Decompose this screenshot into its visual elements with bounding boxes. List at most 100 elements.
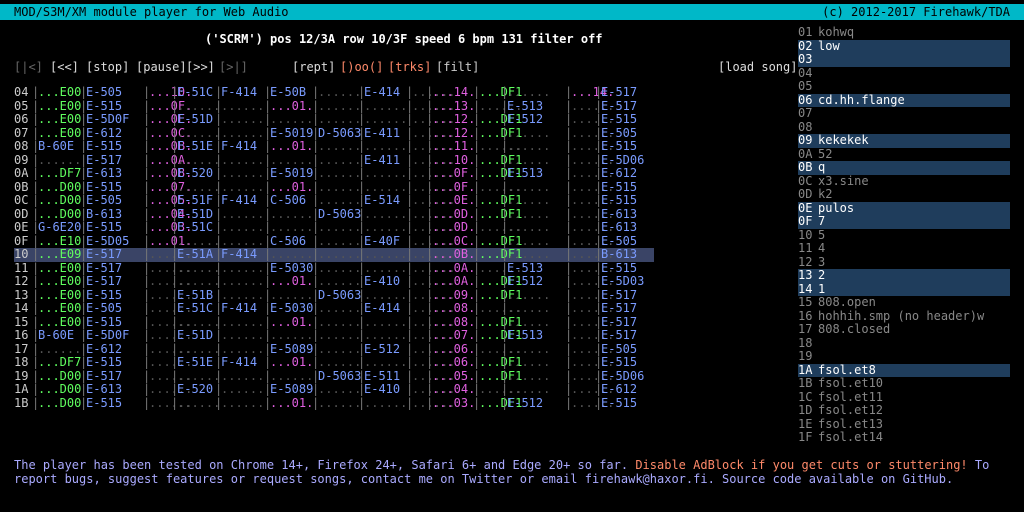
pattern-cell: ...... — [364, 98, 408, 113]
pattern-cell: E-515 — [86, 139, 123, 153]
channel-separator: | — [32, 193, 40, 207]
channel-separator: | — [215, 206, 223, 221]
row-number: 18 — [14, 355, 29, 369]
pattern-cell: E-515 — [601, 112, 638, 126]
bpm-value: 131 — [501, 32, 524, 46]
sample-number: 14 — [798, 281, 813, 296]
sample-item[interactable]: 01 kohwq — [798, 25, 1010, 40]
sample-item[interactable]: 1E fsol.et13 — [798, 417, 1010, 432]
pattern-cell: B-60E — [38, 328, 75, 342]
pattern-cell: ...01. — [270, 355, 314, 369]
load-song-button[interactable]: [load song] — [718, 60, 797, 75]
pattern-cell: E-520 — [177, 166, 214, 180]
pattern-cell: E-515 — [86, 179, 123, 194]
sample-item[interactable]: 0D k2 — [798, 187, 1010, 202]
sample-item[interactable]: 11 4 — [798, 241, 1010, 256]
sample-item[interactable]: 0E pulos — [798, 201, 1010, 215]
channel-separator: | — [312, 328, 320, 342]
channel-separator: | — [406, 395, 414, 410]
sample-item[interactable]: 07 — [798, 106, 1010, 121]
sample-item[interactable]: 04 — [798, 65, 1010, 81]
channel-separator: | — [264, 112, 272, 126]
sample-item[interactable]: 0C x3.sine — [798, 174, 1010, 189]
sample-item[interactable]: 09 kekekek — [798, 133, 1010, 148]
pattern-cell: ...0F. — [432, 166, 476, 180]
pattern-cell: E-512 — [507, 395, 544, 410]
channel-separator: | — [565, 301, 573, 315]
sample-item[interactable]: 08 — [798, 120, 1010, 135]
channel-separator: | — [171, 274, 179, 288]
sample-number: 04 — [798, 65, 813, 80]
stereo-separation-button[interactable]: [)oo(] — [340, 60, 383, 75]
sample-item[interactable]: 16 hohhih.smp (no header)w — [798, 309, 1010, 324]
pattern-cell: D-5063 — [318, 206, 362, 221]
sample-item[interactable]: 06 cd.hh.flange — [798, 93, 1010, 107]
sample-item[interactable]: 1F fsol.et14 — [798, 430, 1010, 445]
channel-separator: | — [473, 179, 481, 194]
channel-separator: | — [32, 328, 40, 342]
pause-button[interactable]: [pause] — [136, 60, 187, 75]
sample-name: k2 — [818, 187, 833, 201]
row-number: 05 — [14, 98, 29, 113]
sample-name: 3 — [818, 254, 826, 269]
pattern-cell: ...... — [318, 166, 362, 180]
channel-separator: | — [426, 395, 434, 410]
channel-separator: | — [406, 98, 414, 113]
channel-separator: | — [595, 125, 603, 140]
row-number: 08 — [14, 139, 29, 153]
channel-separator: | — [595, 355, 603, 369]
sample-item[interactable]: 1B fsol.et10 — [798, 376, 1010, 391]
pattern-cell: E-612 — [86, 125, 123, 140]
sample-item[interactable]: 12 3 — [798, 254, 1010, 270]
pattern-cell: ...E00 — [38, 314, 82, 329]
pattern-cell: ...... — [38, 152, 82, 167]
sample-item[interactable]: 02 low — [798, 39, 1010, 53]
sample-item[interactable]: 1D fsol.et12 — [798, 403, 1010, 418]
sample-item[interactable]: 0F 7 — [798, 214, 1010, 229]
sample-name: 7 — [818, 214, 826, 228]
pattern-cell: ...... — [507, 247, 551, 261]
stop-button[interactable]: [stop] — [86, 60, 129, 75]
sample-item[interactable]: 0B q — [798, 160, 1010, 175]
channel-separator: | — [171, 287, 179, 302]
channel-separator: | — [501, 85, 509, 99]
prev-song-button[interactable]: [|<] — [14, 60, 43, 75]
sample-item[interactable]: 0A 52 — [798, 147, 1010, 162]
sample-item[interactable]: 19 — [798, 349, 1010, 364]
repeat-button[interactable]: [rept] — [292, 60, 335, 75]
pattern-cell: ...04. — [432, 382, 476, 396]
pattern-cell: E-515 — [601, 395, 638, 410]
channel-separator: | — [595, 85, 603, 99]
row-label: row — [342, 32, 364, 46]
pattern-row: 10 ...E09 | E-517 |...... | E-51A | F-414 |......… — [14, 247, 654, 262]
sample-item[interactable]: 18 — [798, 336, 1010, 351]
pattern-cell: ...10. — [432, 152, 476, 167]
sample-item[interactable]: 14 1 — [798, 281, 1010, 296]
speed-label: speed — [414, 32, 451, 46]
filter-button[interactable]: [filt] — [436, 60, 479, 75]
rewind-button[interactable]: [<<] — [50, 60, 79, 75]
sample-item[interactable]: 1A fsol.et8 — [798, 363, 1010, 377]
sample-item[interactable]: 10 5 — [798, 228, 1010, 243]
sample-item[interactable]: 17 808.closed — [798, 322, 1010, 337]
row-number: 11 — [14, 260, 29, 275]
tracks-button[interactable]: [trks] — [388, 60, 431, 75]
pattern-row: 09...... | E-517 | ...0A. |...... |...... |....… — [14, 152, 654, 168]
sample-item[interactable]: 05 — [798, 79, 1010, 94]
forward-button[interactable]: [>>] — [186, 60, 215, 75]
sample-item[interactable]: 15 808.open — [798, 295, 1010, 310]
sample-item[interactable]: 13 2 — [798, 268, 1010, 283]
channel-separator: | — [32, 382, 40, 396]
channel-separator: | — [565, 368, 573, 383]
pattern-row: 13 ...E00 | E-515 |...... | E-51B |...... |.....… — [14, 287, 654, 303]
pattern-cell: E-5019 — [270, 166, 314, 180]
channel-separator: | — [426, 301, 434, 315]
pattern-cell: ...0A. — [432, 274, 476, 288]
channel-separator: | — [143, 166, 151, 180]
sample-item[interactable]: 1C fsol.et11 — [798, 390, 1010, 405]
sample-item[interactable]: 03 — [798, 52, 1010, 67]
next-song-button[interactable]: [>|] — [219, 60, 248, 75]
channel-separator: | — [406, 166, 414, 180]
pattern-cell: ...... — [221, 287, 265, 302]
pattern-row: 06 ...E00 | E-5D0F | ...0E. | E-51D |...... |....… — [14, 112, 654, 127]
